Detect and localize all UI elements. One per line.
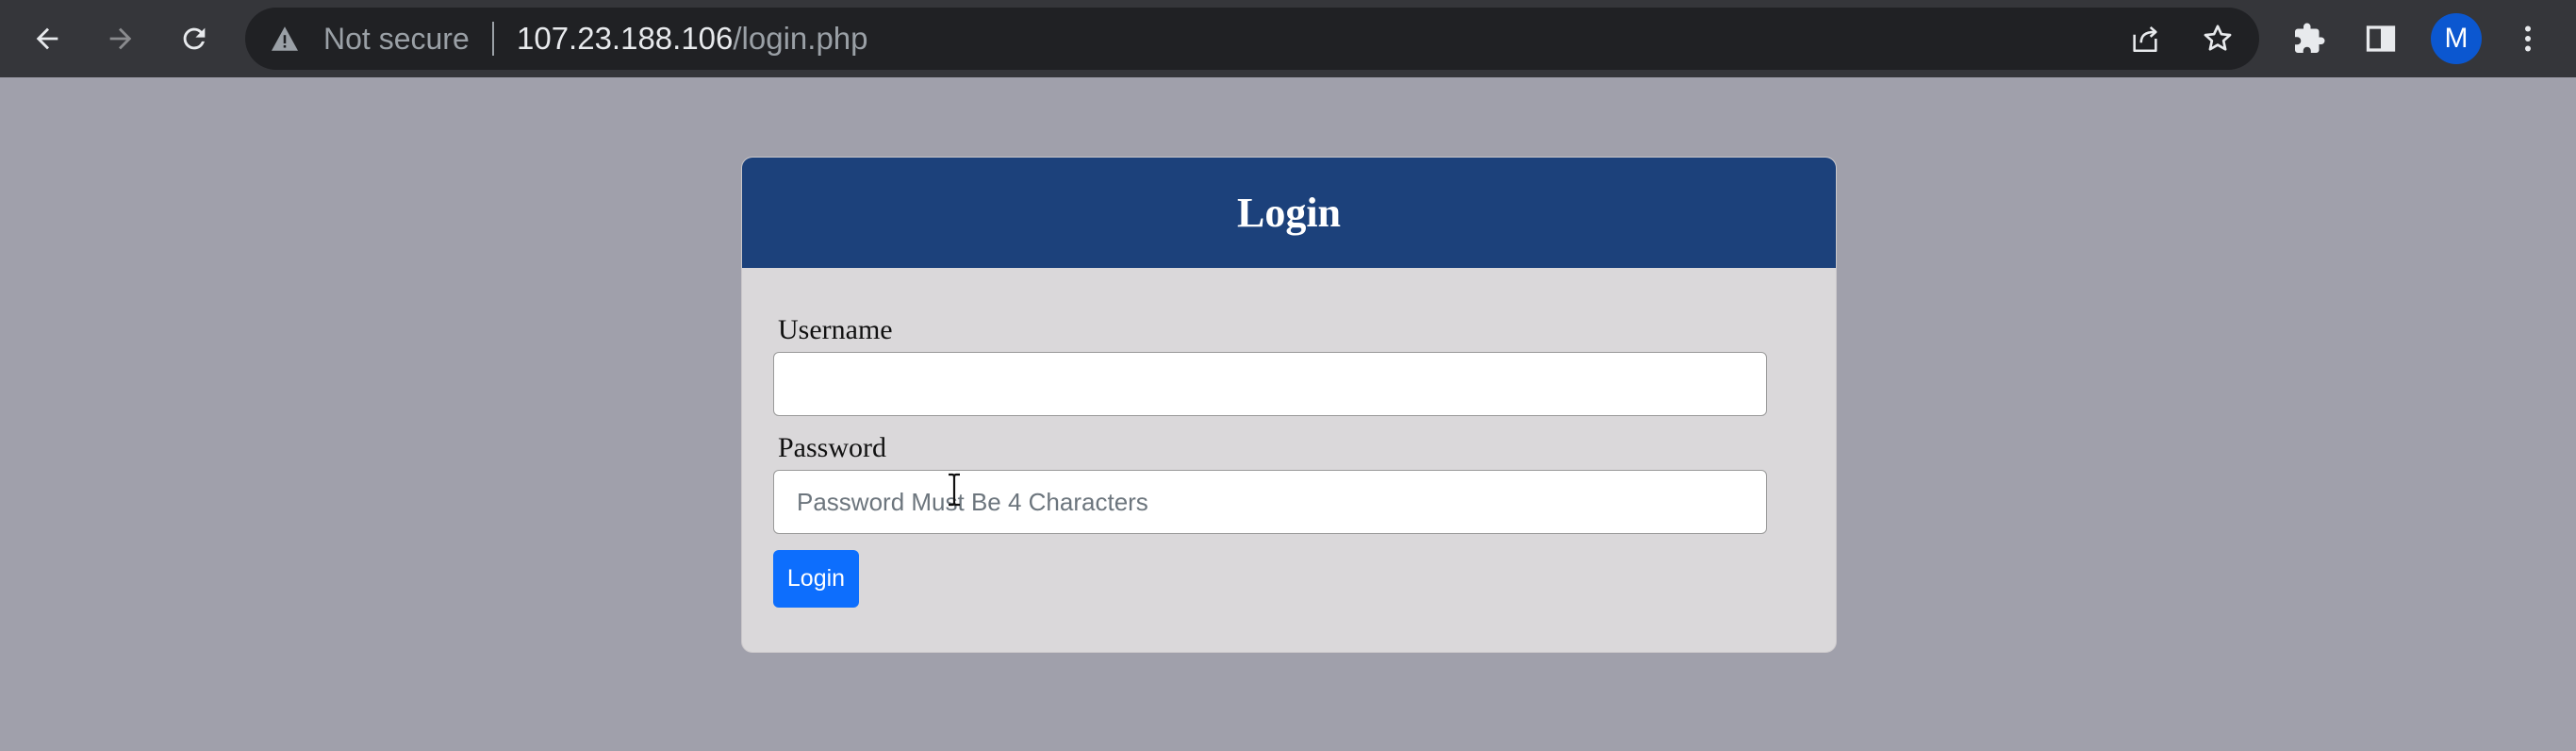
kebab-menu-icon [2525,25,2531,52]
username-input[interactable] [773,352,1767,416]
back-button[interactable] [21,12,74,65]
password-input[interactable] [773,470,1767,534]
text-cursor-icon [949,473,960,507]
login-card: Login Username Password Login [741,157,1837,653]
address-bar[interactable]: Not secure 107.23.188.106/login.php [245,8,2259,70]
arrow-left-icon [36,27,58,50]
extensions-button[interactable] [2283,12,2336,65]
bookmark-button[interactable] [2191,12,2244,65]
login-button[interactable]: Login [773,550,859,608]
url-path: /login.php [733,21,868,56]
browser-menu-button[interactable] [2502,12,2554,65]
side-panel-icon [2366,25,2396,52]
forward-button[interactable] [94,12,147,65]
omnibox-divider [492,22,494,56]
arrow-right-icon [109,27,132,50]
url-text[interactable]: 107.23.188.106/login.php [517,8,868,70]
reload-button[interactable] [168,12,221,65]
share-icon [2133,25,2157,53]
profile-avatar[interactable]: M [2431,13,2482,64]
login-card-header: Login [742,158,1836,268]
page-title: Login [1236,190,1342,236]
security-status-text[interactable]: Not secure [323,8,470,70]
warning-triangle-icon[interactable] [270,25,300,52]
side-panel-button[interactable] [2354,12,2407,65]
password-label: Password [778,432,887,463]
star-icon [2204,25,2232,51]
username-label: Username [778,314,893,345]
share-button[interactable] [2119,12,2171,65]
reload-icon [183,27,206,50]
browser-toolbar: Not secure 107.23.188.106/login.php M [0,0,2576,77]
url-host: 107.23.188.106 [517,21,734,56]
puzzle-icon [2295,23,2325,53]
